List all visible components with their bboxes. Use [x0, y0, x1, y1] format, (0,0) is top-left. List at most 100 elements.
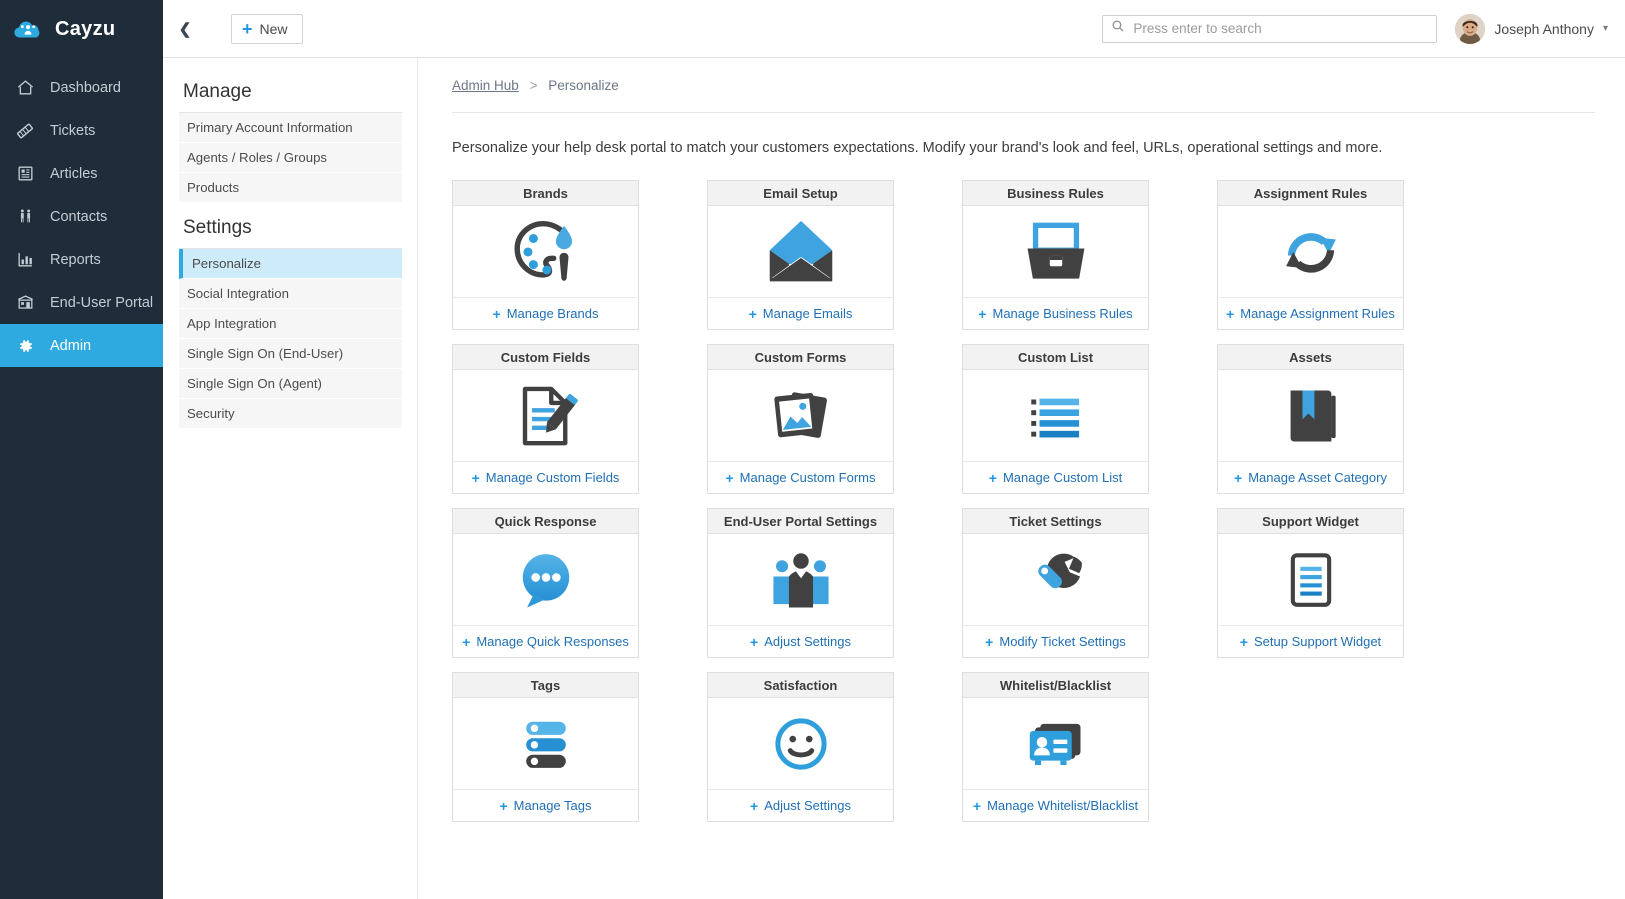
card-ticket-settings[interactable]: Ticket Settings + Modify Ticket Settings — [962, 508, 1149, 658]
card-action-manage-custom-list[interactable]: + Manage Custom List — [963, 462, 1148, 493]
card-title: Brands — [453, 181, 638, 206]
bullet-list-icon — [963, 370, 1148, 462]
card-tags[interactable]: Tags + Manage Tags — [452, 672, 639, 822]
card-action-manage-custom-fields[interactable]: + Manage Custom Fields — [453, 462, 638, 493]
card-custom-list[interactable]: Custom List + Manage Custom List — [962, 344, 1149, 494]
user-menu[interactable]: Joseph Anthony ▾ — [1455, 13, 1608, 44]
card-action-manage-quick-responses[interactable]: + Manage Quick Responses — [453, 626, 638, 657]
photos-icon — [708, 370, 893, 462]
card-action-label: Manage Whitelist/Blacklist — [987, 798, 1139, 813]
book-bookmark-icon — [1218, 370, 1403, 462]
card-action-modify-ticket-settings[interactable]: + Modify Ticket Settings — [963, 626, 1148, 657]
app-root: Cayzu Dashboard Tickets Articles Contact… — [0, 0, 1625, 899]
sidebar-item-tickets[interactable]: Tickets — [0, 109, 163, 152]
card-brands[interactable]: Brands + Manage Brands — [452, 180, 639, 330]
card-support-widget[interactable]: Support Widget + Setup Support Widget — [1217, 508, 1404, 658]
card-action-label: Manage Custom Forms — [739, 470, 876, 485]
panel-item-security[interactable]: Security — [179, 399, 402, 429]
plus-icon: + — [1239, 633, 1248, 650]
panel-item-app-integration[interactable]: App Integration — [179, 309, 402, 339]
card-custom-forms[interactable]: Custom Forms + Manage Custom Forms — [707, 344, 894, 494]
plus-icon: + — [725, 469, 734, 486]
card-action-label: Manage Emails — [762, 306, 853, 321]
sidebar-item-label: End-User Portal — [50, 294, 154, 311]
panel-item-single-sign-on-agent[interactable]: Single Sign On (Agent) — [179, 369, 402, 399]
plus-icon: + — [748, 305, 757, 322]
sidebar-item-dashboard[interactable]: Dashboard — [0, 66, 163, 109]
card-assignment-rules[interactable]: Assignment Rules + Manage Assignment Rul… — [1217, 180, 1404, 330]
speech-bubble-icon — [453, 534, 638, 626]
card-quick-response[interactable]: Quick Response + Manage Quick Responses — [452, 508, 639, 658]
panel-item-agents-roles-groups[interactable]: Agents / Roles / Groups — [179, 143, 402, 173]
workspace: Admin Hub > Personalize Personalize your… — [418, 58, 1625, 899]
avatar — [1455, 13, 1486, 44]
brand-name: Cayzu — [55, 17, 116, 40]
chevron-down-icon[interactable]: ▾ — [1603, 23, 1608, 34]
portal-icon — [14, 292, 36, 314]
card-action-label: Modify Ticket Settings — [999, 634, 1126, 649]
contacts-icon — [14, 206, 36, 228]
card-title: Assignment Rules — [1218, 181, 1403, 206]
card-end-user-portal-settings[interactable]: End-User Portal Settings + Adjust Settin… — [707, 508, 894, 658]
card-title: Tags — [453, 673, 638, 698]
card-title: End-User Portal Settings — [708, 509, 893, 534]
card-action-manage-assignment-rules[interactable]: + Manage Assignment Rules — [1218, 298, 1403, 329]
breadcrumb-separator: > — [529, 78, 538, 93]
card-action-label: Setup Support Widget — [1253, 634, 1382, 649]
card-action-manage-asset-category[interactable]: + Manage Asset Category — [1218, 462, 1403, 493]
card-action-manage-business-rules[interactable]: + Manage Business Rules — [963, 298, 1148, 329]
breadcrumb: Admin Hub > Personalize — [452, 78, 1595, 113]
file-drawer-icon — [963, 206, 1148, 298]
manage-settings-panel: Manage Primary Account Information Agent… — [163, 58, 418, 899]
card-action-manage-custom-forms[interactable]: + Manage Custom Forms — [708, 462, 893, 493]
plus-icon: + — [985, 633, 994, 650]
card-email-setup[interactable]: Email Setup + Manage Emails — [707, 180, 894, 330]
card-action-setup-support-widget[interactable]: + Setup Support Widget — [1218, 626, 1403, 657]
sidebar-item-articles[interactable]: Articles — [0, 152, 163, 195]
card-action-manage-emails[interactable]: + Manage Emails — [708, 298, 893, 329]
card-action-manage-whitelist-blacklist[interactable]: + Manage Whitelist/Blacklist — [963, 790, 1148, 821]
brand-logo-area[interactable]: Cayzu — [0, 0, 163, 58]
widget-document-icon — [1218, 534, 1403, 626]
search-box[interactable] — [1102, 14, 1438, 43]
settings-card-grid: Brands + Manage Brands Email Setup + Man… — [452, 180, 1595, 822]
wrench-icon — [963, 534, 1148, 626]
card-assets[interactable]: Assets + Manage Asset Category — [1217, 344, 1404, 494]
panel-item-primary-account-information[interactable]: Primary Account Information — [179, 113, 402, 143]
card-action-manage-tags[interactable]: + Manage Tags — [453, 790, 638, 821]
card-title: Whitelist/Blacklist — [963, 673, 1148, 698]
new-button-label: New — [259, 20, 288, 37]
card-business-rules[interactable]: Business Rules + Manage Business Rules — [962, 180, 1149, 330]
sidebar-item-admin[interactable]: Admin — [0, 324, 163, 367]
card-satisfaction[interactable]: Satisfaction + Adjust Settings — [707, 672, 894, 822]
tags-icon — [453, 698, 638, 790]
chevron-left-icon[interactable]: ❮ — [163, 20, 207, 38]
document-pencil-icon — [453, 370, 638, 462]
panel-item-personalize[interactable]: Personalize — [179, 249, 402, 279]
card-action-adjust-settings-portal[interactable]: + Adjust Settings — [708, 626, 893, 657]
breadcrumb-admin-hub[interactable]: Admin Hub — [452, 78, 519, 93]
card-whitelist-blacklist[interactable]: Whitelist/Blacklist + Manage Whitelist/B… — [962, 672, 1149, 822]
panel-item-single-sign-on-end-user[interactable]: Single Sign On (End-User) — [179, 339, 402, 369]
card-action-label: Manage Business Rules — [992, 306, 1133, 321]
plus-icon: + — [978, 305, 987, 322]
card-title: Custom List — [963, 345, 1148, 370]
plus-icon: + — [972, 797, 982, 814]
new-button[interactable]: + New — [231, 13, 303, 44]
manage-heading: Manage — [179, 78, 402, 113]
sidebar-item-contacts[interactable]: Contacts — [0, 195, 163, 238]
panel-item-social-integration[interactable]: Social Integration — [179, 279, 402, 309]
search-input[interactable] — [1133, 21, 1429, 36]
sidebar-item-reports[interactable]: Reports — [0, 238, 163, 281]
settings-heading: Settings — [179, 214, 402, 249]
home-icon — [14, 77, 36, 99]
panel-item-products[interactable]: Products — [179, 173, 402, 203]
card-action-label: Manage Custom List — [1002, 470, 1123, 485]
card-action-adjust-settings-satisfaction[interactable]: + Adjust Settings — [708, 790, 893, 821]
sidebar-item-end-user-portal[interactable]: End-User Portal — [0, 281, 163, 324]
search-icon — [1111, 19, 1125, 38]
card-action-manage-brands[interactable]: + Manage Brands — [453, 298, 638, 329]
smiley-icon — [708, 698, 893, 790]
card-title: Email Setup — [708, 181, 893, 206]
card-custom-fields[interactable]: Custom Fields + Manage Custom Fields — [452, 344, 639, 494]
